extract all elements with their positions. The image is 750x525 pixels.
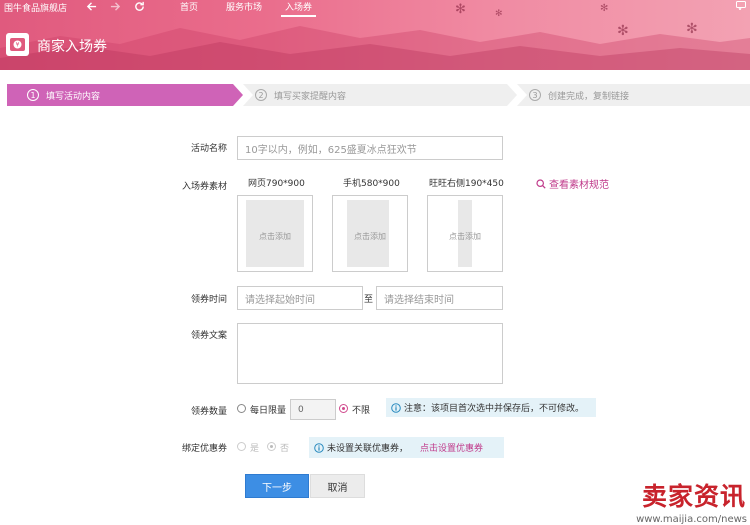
step-1: 1 填写活动内容 [7,84,243,106]
start-time-input[interactable]: 请选择起始时间 [237,286,363,310]
material-mobile-header: 手机580*900 [343,179,400,189]
quantity-notice-text: 注意：该项目首次选中并保存后，不可修改。 [404,404,585,414]
svg-text:¥: ¥ [16,42,20,49]
refresh-icon[interactable] [132,0,146,13]
end-time-input[interactable]: 请选择结束时间 [376,286,503,310]
forward-icon[interactable] [108,0,122,13]
app-title: 商家入场券 [37,39,107,55]
upload-mobile-image[interactable]: 点击添加 [332,195,408,272]
next-step-button[interactable]: 下一步 [245,474,309,498]
daily-limit-input[interactable]: 0 [290,399,336,420]
material-web-header: 网页790*900 [248,179,305,189]
nav-home[interactable]: 首页 [180,0,198,13]
snowflake-decoration-icon: ✻ [455,2,466,17]
shop-name: 围牛食品旗舰店 [4,4,68,14]
view-spec-link[interactable]: 查看素材规范 [536,176,609,191]
upload-web-image[interactable]: 点击添加 [237,195,313,272]
watermark-url: www.maijia.com/news [636,514,747,525]
step-label: 填写买家提醒内容 [274,91,347,102]
upload-label: 点击添加 [449,232,481,241]
snowflake-decoration-icon: ✻ [617,23,629,39]
unlimited-radio[interactable] [339,404,348,413]
bind-coupon-no-label: 否 [280,444,290,454]
app-logo-icon: ¥ [6,33,29,56]
snowflake-decoration-icon: ✻ [686,21,698,37]
watermark-title: 卖家资讯 [641,482,746,511]
step-2: 2 填写买家提醒内容 [243,84,517,106]
mountain-background [0,26,750,70]
info-icon [314,442,324,453]
material-label: 入场券素材 [181,182,227,192]
time-separator: 至 [364,295,374,305]
nav-service-market[interactable]: 服务市场 [226,0,262,13]
step-number: 2 [255,89,267,101]
unlimited-label: 不限 [352,406,371,416]
activity-name-input[interactable]: 10字以内，例如，625盛夏冰点狂欢节 [237,136,503,160]
bind-coupon-no-radio[interactable] [267,442,276,451]
snowflake-decoration-icon: ✻ [600,3,609,14]
material-wangwang-header: 旺旺右侧190*450 [429,179,504,189]
quantity-notice: 注意：该项目首次选中并保存后，不可修改。 [386,398,596,417]
claim-time-label: 领券时间 [190,295,227,305]
activity-name-label: 活动名称 [190,144,227,154]
daily-limit-radio[interactable] [237,404,246,413]
info-icon [391,402,401,413]
step-label: 填写活动内容 [46,91,101,102]
claim-quantity-label: 领券数量 [190,407,227,417]
bind-coupon-yes-label: 是 [250,444,260,454]
upload-label: 点击添加 [259,232,291,241]
view-spec-label: 查看素材规范 [549,180,609,191]
progress-steps: 1 填写活动内容 2 填写买家提醒内容 3 创建完成，复制链接 [7,84,750,106]
watermark: 卖家资讯 www.maijia.com/news [618,477,750,525]
step-number: 3 [529,89,541,101]
set-coupon-link[interactable]: 点击设置优惠券 [420,441,483,454]
coupon-notice: 未设置关联优惠券， 点击设置优惠券 [309,437,504,458]
snowflake-decoration-icon: ✻ [495,9,503,19]
step-3: 3 创建完成，复制链接 [517,84,750,106]
step-label: 创建完成，复制链接 [548,91,630,102]
claim-copy-label: 领券文案 [190,331,227,341]
claim-copy-textarea[interactable] [237,323,503,384]
bind-coupon-yes-radio[interactable] [237,442,246,451]
upload-label: 点击添加 [354,232,386,241]
search-icon [536,178,546,189]
daily-limit-label: 每日限量 [250,406,287,416]
app-header: 围牛食品旗舰店 首页 服务市场 入场券 ✻ ✻ ✻ ✻ ✻ ¥ 商家入场券 [0,0,750,70]
bind-coupon-label: 绑定优惠券 [181,444,227,454]
back-icon[interactable] [84,0,98,13]
top-bar: 围牛食品旗舰店 首页 服务市场 入场券 [0,0,750,17]
nav-ticket[interactable]: 入场券 [281,0,317,17]
message-icon[interactable] [736,1,746,10]
step-number: 1 [27,89,39,101]
upload-wangwang-image[interactable]: 点击添加 [427,195,503,272]
coupon-notice-text: 未设置关联优惠券， [327,444,409,454]
cancel-button[interactable]: 取消 [310,474,365,498]
